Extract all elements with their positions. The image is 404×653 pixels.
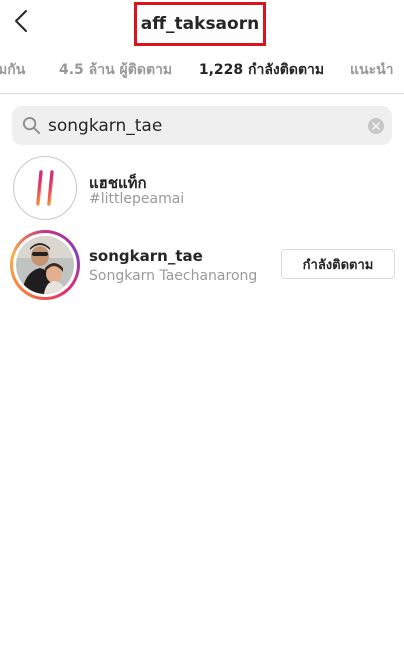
hashtag-icon <box>29 170 61 206</box>
tab-label: 1,228 กำลังติดตาม <box>198 62 325 78</box>
title-highlight-box: aff_taksaorn <box>134 2 266 46</box>
search-bar[interactable] <box>12 106 392 145</box>
header: aff_taksaorn <box>0 0 404 46</box>
tab-label: แนะนำ <box>350 62 394 78</box>
tab-mutual[interactable]: มกัน <box>0 46 26 93</box>
tab-label: มกัน <box>0 62 26 78</box>
clear-icon[interactable] <box>368 118 384 134</box>
username: songkarn_tae <box>89 247 203 265</box>
tab-followers[interactable]: 4.5 ล้าน ผู้ติดตาม <box>59 46 173 93</box>
back-button[interactable] <box>8 6 34 36</box>
chevron-left-icon <box>15 10 27 32</box>
tab-label: 4.5 ล้าน ผู้ติดตาม <box>59 62 173 78</box>
avatar <box>16 236 74 294</box>
tab-bar: มกัน 4.5 ล้าน ผู้ติดตาม 1,228 กำลังติดตา… <box>0 46 404 94</box>
search-input[interactable] <box>48 106 360 145</box>
following-button[interactable]: กำลังติดตาม <box>281 249 395 279</box>
hashtag-subtitle: #littlepeamai <box>89 191 185 207</box>
search-icon <box>22 116 41 135</box>
page-title: aff_taksaorn <box>140 14 260 34</box>
following-button-label: กำลังติดตาม <box>302 257 374 273</box>
user-result[interactable]: songkarn_tae Songkarn Taechanarong กำลัง… <box>0 230 404 306</box>
avatar-frame <box>13 233 77 297</box>
full-name: Songkarn Taechanarong <box>89 268 258 284</box>
hashtag-result[interactable]: แฮชแท็ก #littlepeamai <box>0 156 404 232</box>
tab-following[interactable]: 1,228 กำลังติดตาม <box>186 46 337 93</box>
hashtag-avatar <box>13 156 77 220</box>
profile-photo-image <box>16 236 74 294</box>
story-ring <box>10 230 80 300</box>
tab-suggested[interactable]: แนะนำ <box>350 46 394 93</box>
